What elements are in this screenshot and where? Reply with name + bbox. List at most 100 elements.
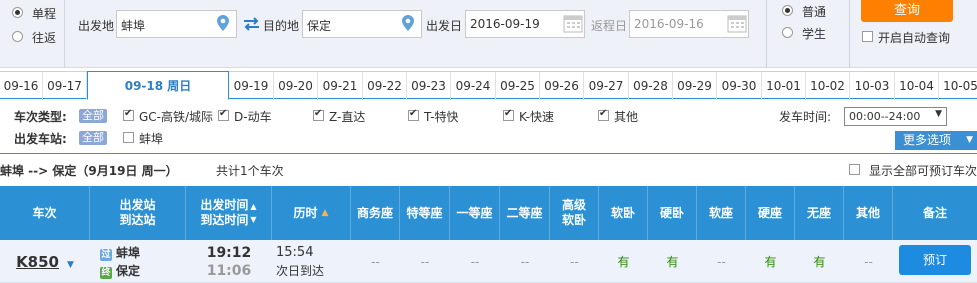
duration: 15:54 bbox=[276, 244, 314, 260]
train-type-checkbox[interactable] bbox=[598, 108, 609, 121]
from-station: 蚌埠 bbox=[116, 245, 141, 260]
from-value: 蚌埠 bbox=[121, 19, 146, 33]
train-type-checkbox[interactable] bbox=[503, 108, 514, 121]
depart-time-label: 发车时间: bbox=[779, 110, 832, 124]
to-station: 保定 bbox=[116, 263, 141, 278]
date-tab[interactable]: 09-27 bbox=[584, 72, 629, 100]
one-way-radio[interactable] bbox=[12, 7, 23, 18]
chevron-down-icon[interactable]: ▼ bbox=[67, 260, 74, 270]
show-all-label[interactable]: 显示全部可预订车次 bbox=[869, 162, 977, 179]
col-times[interactable]: 出发时间 到达时间 ▲ ▼ bbox=[186, 186, 272, 240]
date-tab[interactable]: 09-16 bbox=[0, 72, 43, 100]
ticket-student-label[interactable]: 学生 bbox=[802, 25, 826, 42]
date-tab[interactable]: 09-20 bbox=[274, 72, 318, 100]
date-tab[interactable]: 09-26 bbox=[540, 72, 584, 100]
date-tab[interactable]: 09-17 bbox=[43, 72, 87, 100]
col-stations[interactable]: 出发站 到达站 bbox=[90, 186, 186, 240]
date-tab[interactable]: 09-28 bbox=[629, 72, 673, 100]
round-trip-radio[interactable] bbox=[12, 31, 23, 42]
ticket-student-radio[interactable] bbox=[782, 27, 793, 38]
table-row: K850 ▼ 过蚌埠 终保定 19:12 11:06 15:54 次日到达 --… bbox=[0, 240, 977, 283]
hard-seat[interactable]: 有 bbox=[746, 240, 795, 283]
depart-time-select[interactable]: 00:00--24:00 ▼ bbox=[844, 107, 947, 126]
date-tab[interactable]: 09-22 bbox=[363, 72, 407, 100]
sort-up-icon[interactable]: ▲ bbox=[322, 206, 329, 221]
col-duration[interactable]: 历时 ▲ bbox=[272, 186, 351, 240]
to-label: 目的地 bbox=[263, 19, 300, 33]
date-tab[interactable]: 10-05 bbox=[939, 72, 977, 100]
train-type-all-button[interactable]: 全部 bbox=[79, 109, 107, 123]
station-label[interactable]: 蚌埠 bbox=[139, 130, 163, 147]
times-cell: 19:12 11:06 bbox=[186, 240, 272, 283]
col-no-seat: 无座 bbox=[795, 186, 844, 240]
calendar-icon[interactable] bbox=[563, 13, 583, 33]
pass-station-icon: 过 bbox=[100, 248, 112, 261]
col-special: 特等座 bbox=[400, 186, 450, 240]
date-tab[interactable]: 09-29 bbox=[673, 72, 717, 100]
date-tab[interactable]: 09-19 bbox=[229, 72, 274, 100]
sort-down-icon[interactable]: ▼ bbox=[250, 213, 256, 226]
results-table-header: 车次 出发站 到达站 出发时间 到达时间 ▲ ▼ 历时 ▲ 商务座 特等座 一等座 二等… bbox=[0, 186, 977, 240]
train-type-checkbox[interactable] bbox=[313, 108, 324, 121]
location-pin-icon[interactable] bbox=[216, 14, 230, 32]
soft-sleeper[interactable]: 有 bbox=[599, 240, 648, 283]
train-type-label-item[interactable]: K-快速 bbox=[519, 108, 554, 125]
train-type-label-item[interactable]: T-特快 bbox=[424, 108, 459, 125]
no-seat[interactable]: 有 bbox=[795, 240, 844, 283]
sort-up-icon[interactable]: ▲ bbox=[250, 200, 256, 213]
date-tab[interactable]: 09-18 周日 bbox=[87, 71, 229, 100]
date-tab[interactable]: 10-04 bbox=[895, 72, 939, 100]
train-number[interactable]: K850 bbox=[16, 253, 59, 271]
arrive-time: 11:06 bbox=[206, 262, 252, 279]
swap-icon[interactable] bbox=[243, 17, 260, 31]
train-type-checkbox[interactable] bbox=[408, 108, 419, 121]
train-type-label-item[interactable]: 其他 bbox=[614, 108, 638, 125]
more-options-button[interactable]: 更多选项 ▼ bbox=[895, 131, 977, 150]
depart-time-value: 00:00--24:00 bbox=[849, 110, 921, 123]
round-trip-label[interactable]: 往返 bbox=[32, 29, 56, 46]
route-summary: 蚌埠 --> 保定（9月19日 周一） bbox=[0, 164, 178, 178]
one-way-label[interactable]: 单程 bbox=[32, 5, 56, 22]
train-type-label: 车次类型: bbox=[14, 110, 67, 124]
date-tab[interactable]: 09-23 bbox=[407, 72, 451, 100]
station-all-button[interactable]: 全部 bbox=[79, 131, 107, 145]
col-train: 车次 bbox=[0, 186, 90, 240]
business-seat: -- bbox=[371, 254, 380, 269]
date-tab[interactable]: 09-25 bbox=[496, 72, 540, 100]
train-type-label-item[interactable]: Z-直达 bbox=[329, 108, 365, 125]
end-station-icon: 终 bbox=[100, 266, 112, 279]
station-checkbox[interactable] bbox=[123, 132, 134, 143]
col-second: 二等座 bbox=[500, 186, 550, 240]
calendar-icon[interactable] bbox=[727, 13, 747, 33]
date-tab[interactable]: 10-02 bbox=[806, 72, 850, 100]
special-seat: -- bbox=[420, 254, 430, 269]
auto-query-checkbox[interactable] bbox=[862, 31, 873, 42]
col-adv-soft: 高级 软卧 bbox=[550, 186, 599, 240]
train-type-label-item[interactable]: GC-高铁/城际 bbox=[139, 108, 213, 125]
hard-sleeper[interactable]: 有 bbox=[648, 240, 697, 283]
book-button[interactable]: 预订 bbox=[899, 245, 971, 275]
auto-query-label[interactable]: 开启自动查询 bbox=[878, 29, 950, 46]
search-button[interactable]: 查询 bbox=[861, 0, 953, 22]
date-tab[interactable]: 09-21 bbox=[318, 72, 363, 100]
depart-date-label: 出发日 bbox=[426, 19, 463, 33]
date-tab[interactable]: 09-24 bbox=[451, 72, 496, 100]
date-tab[interactable]: 10-03 bbox=[850, 72, 895, 100]
date-tab[interactable]: 10-01 bbox=[762, 72, 806, 100]
train-number-cell[interactable]: K850 ▼ bbox=[0, 240, 90, 283]
show-all-checkbox[interactable] bbox=[849, 164, 860, 175]
train-type-label-item[interactable]: D-动车 bbox=[234, 108, 272, 125]
train-type-checkbox[interactable] bbox=[123, 108, 134, 121]
ticket-normal-label[interactable]: 普通 bbox=[802, 3, 826, 20]
location-pin-icon[interactable] bbox=[401, 14, 415, 32]
duration-cell: 15:54 次日到达 bbox=[272, 240, 351, 283]
divider bbox=[766, 0, 767, 68]
date-tab[interactable]: 09-30 bbox=[717, 72, 762, 100]
ticket-normal-radio[interactable] bbox=[782, 5, 793, 16]
soft-seat: -- bbox=[717, 254, 726, 269]
train-type-checkbox[interactable] bbox=[218, 108, 229, 121]
chevron-down-icon: ▼ bbox=[935, 109, 942, 119]
from-label: 出发地 bbox=[78, 19, 115, 33]
first-class-seat: -- bbox=[470, 254, 480, 269]
search-panel: 单程 往返 出发地 蚌埠 目的地 保定 出发日 2016-09-19 返程日 2… bbox=[0, 0, 977, 68]
